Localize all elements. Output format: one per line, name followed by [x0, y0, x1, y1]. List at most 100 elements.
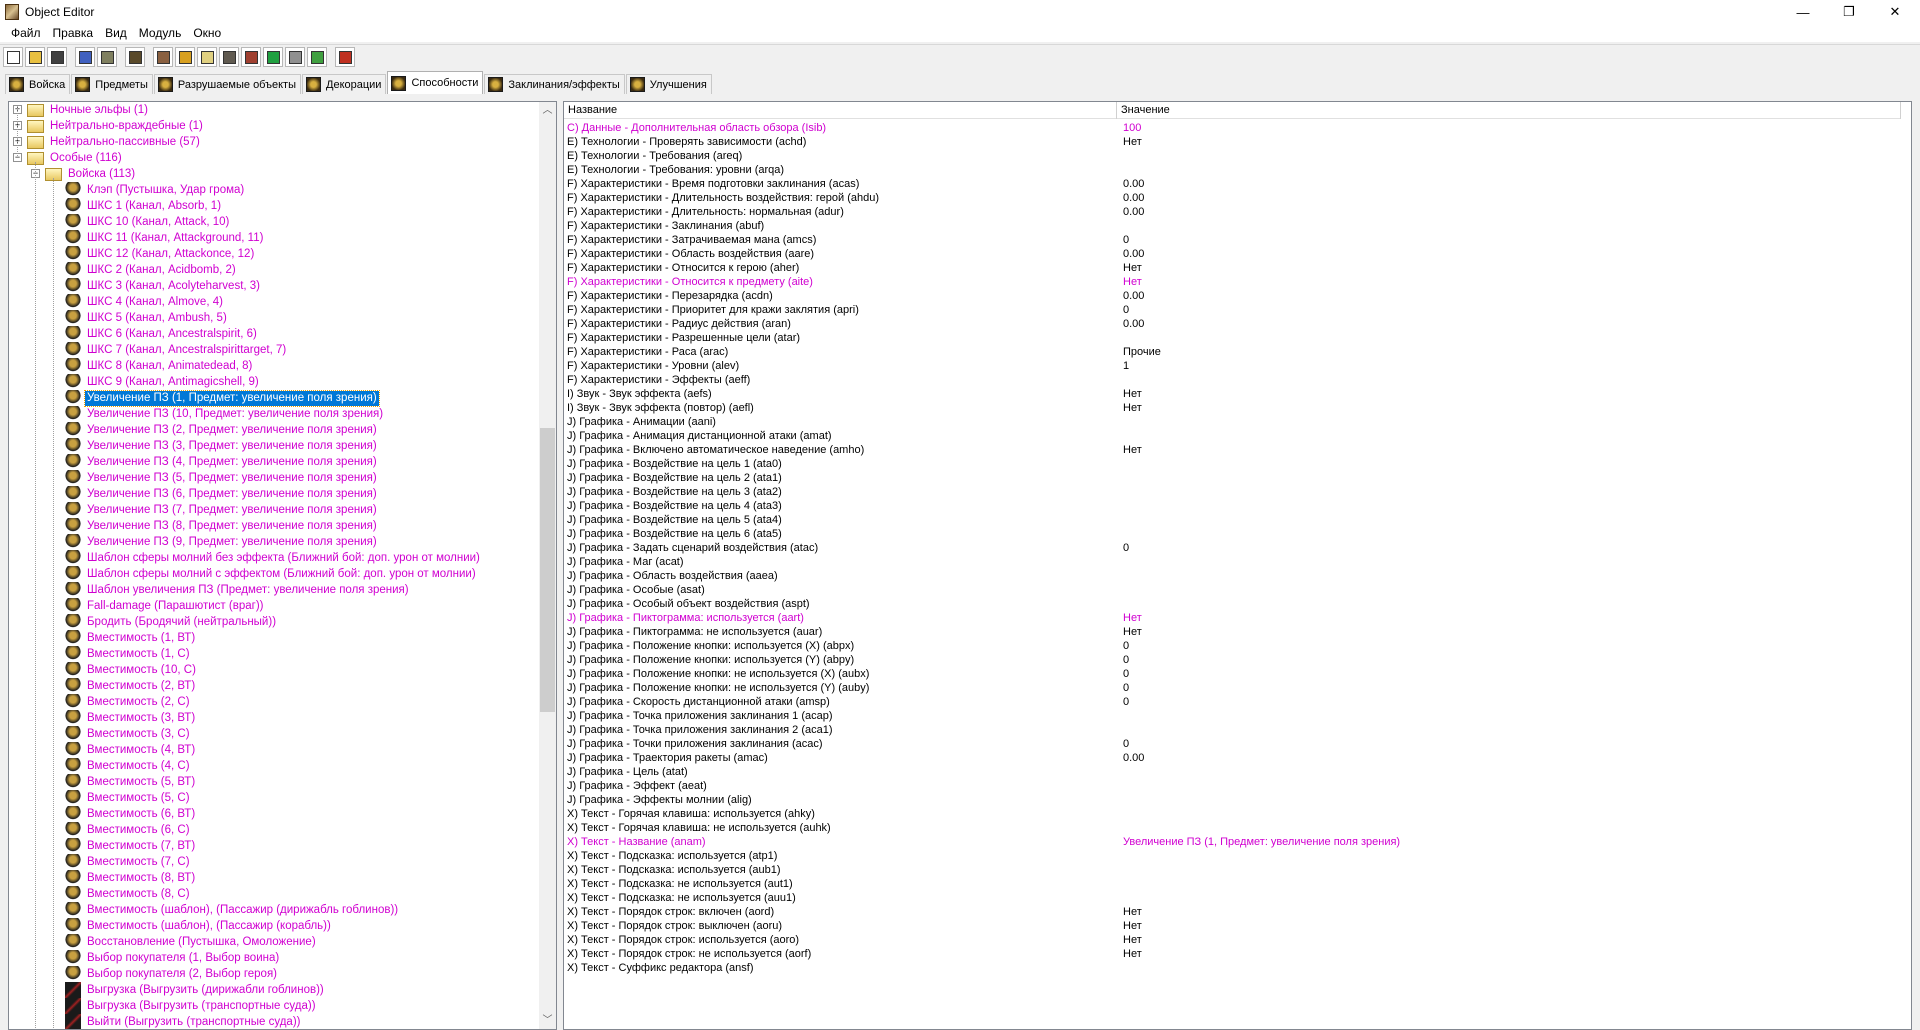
property-row[interactable]: F) Характеристики - Уровни (alev) 1 [564, 359, 1129, 373]
property-row[interactable]: J) Графика - Воздействие на цель 4 (ata3… [564, 499, 1123, 513]
tree-folder[interactable]: Особые (116) [27, 150, 124, 166]
column-header-name[interactable]: Название [564, 102, 1117, 119]
tree-item[interactable]: Бродить (Бродячий (нейтральный)) [65, 614, 278, 630]
model-button[interactable] [285, 47, 305, 67]
property-row[interactable]: E) Технологии - Требования (areq) [564, 149, 1123, 163]
tab-5[interactable]: Заклинания/эффекты [484, 74, 625, 94]
property-value[interactable]: 0 [1117, 303, 1129, 317]
property-value[interactable]: Нет [1117, 261, 1142, 275]
property-row[interactable]: F) Характеристики - Область воздействия … [564, 247, 1144, 261]
tab-4[interactable]: Способности [387, 71, 484, 94]
property-value[interactable] [1117, 891, 1123, 905]
property-row[interactable]: X) Текст - Порядок строк: включен (aord)… [564, 905, 1142, 919]
open-folder-button[interactable] [25, 47, 45, 67]
property-value[interactable]: Нет [1117, 135, 1142, 149]
tree-item[interactable]: ШКС 7 (Канал, Ancestralspirittarget, 7) [65, 342, 288, 358]
property-value[interactable] [1117, 723, 1123, 737]
property-row[interactable]: I) Звук - Звук эффекта (повтор) (aefl) Не… [564, 401, 1142, 415]
property-row[interactable]: F) Характеристики - Относится к герою (a… [564, 261, 1142, 275]
tree-item[interactable]: Увеличение ПЗ (8, Предмет: увеличение по… [65, 518, 379, 534]
tree-item[interactable]: Вместимость (шаблон), (Пассажир (дирижаб… [65, 902, 400, 918]
column-header-value[interactable]: Значение [1117, 102, 1901, 119]
tree-item[interactable]: Вместимость (4, С) [65, 758, 192, 774]
tree-item[interactable]: ШКС 1 (Канал, Absorb, 1) [65, 198, 223, 214]
property-row[interactable]: J) Графика - Скорость дистанционной атак… [564, 695, 1129, 709]
menu-item[interactable]: Правка [47, 26, 100, 40]
scroll-up-arrow-icon[interactable]: ︿ [539, 102, 556, 119]
tree-item[interactable]: ШКС 4 (Канал, Almove, 4) [65, 294, 225, 310]
property-row[interactable]: X) Текст - Суффикс редактора (ansf) [564, 961, 1123, 975]
property-value[interactable] [1117, 569, 1123, 583]
tree-item[interactable]: ШКС 5 (Канал, Ambush, 5) [65, 310, 229, 326]
maximize-button[interactable]: ❐ [1826, 0, 1872, 24]
property-row[interactable]: J) Графика - Точки приложения заклинания… [564, 737, 1129, 751]
tree-item[interactable]: Шаблон увеличения ПЗ (Предмет: увеличени… [65, 582, 411, 598]
property-value[interactable]: Нет [1117, 275, 1142, 289]
property-value[interactable] [1117, 793, 1123, 807]
property-value[interactable] [1117, 877, 1123, 891]
property-value[interactable]: 0.00 [1117, 247, 1144, 261]
property-value[interactable]: 0.00 [1117, 177, 1144, 191]
property-row[interactable]: J) Графика - Цель (atat) [564, 765, 1123, 779]
tree-item[interactable]: Fall-damage (Парашютист (враг)) [65, 598, 265, 614]
property-value[interactable] [1117, 709, 1123, 723]
property-value[interactable]: 0.00 [1117, 751, 1144, 765]
property-value[interactable]: 0 [1117, 667, 1129, 681]
tree-item[interactable]: Восстановление (Пустышка, Омоложение) [65, 934, 318, 950]
property-value[interactable]: 0 [1117, 737, 1129, 751]
tree-item[interactable]: Увеличение ПЗ (5, Предмет: увеличение по… [65, 470, 379, 486]
property-row[interactable]: C) Данные - Дополнительная область обзор… [564, 121, 1141, 135]
property-value[interactable]: Нет [1117, 625, 1142, 639]
tree-item[interactable]: Увеличение ПЗ (2, Предмет: увеличение по… [65, 422, 379, 438]
property-value[interactable]: Прочие [1117, 345, 1161, 359]
property-value[interactable] [1117, 149, 1123, 163]
property-row[interactable]: F) Характеристики - Время подготовки зак… [564, 177, 1144, 191]
tree-item[interactable]: ШКС 12 (Канал, Attackonce, 12) [65, 246, 256, 262]
tree-item[interactable]: Увеличение ПЗ (9, Предмет: увеличение по… [65, 534, 379, 550]
tree-item[interactable]: Вместимость (3, С) [65, 726, 192, 742]
tree-folder[interactable]: Нейтрально-пассивные (57) [27, 134, 202, 150]
tree-item[interactable]: ШКС 9 (Канал, Antimagicshell, 9) [65, 374, 261, 390]
tree-item[interactable]: Выбор покупателя (2, Выбор героя) [65, 966, 279, 982]
property-grid[interactable]: Название Значение C) Данные - Дополнител… [563, 101, 1912, 1030]
property-row[interactable]: J) Графика - Анимации (aani) [564, 415, 1123, 429]
property-value[interactable]: 100 [1117, 121, 1141, 135]
tree-item[interactable]: Вместимость (2, ВТ) [65, 678, 197, 694]
property-row[interactable]: F) Характеристики - Раса (arac) Прочие [564, 345, 1161, 359]
tree-item[interactable]: Вместимость (2, С) [65, 694, 192, 710]
tree-item[interactable]: Клэп (Пустышка, Удар грома) [65, 182, 246, 198]
property-row[interactable]: J) Графика - Особый объект воздействия (… [564, 597, 1123, 611]
property-row[interactable]: X) Текст - Название (anam) Увеличение ПЗ … [564, 835, 1400, 849]
property-value[interactable]: 1 [1117, 359, 1129, 373]
property-value[interactable]: 0.00 [1117, 289, 1144, 303]
tree-item[interactable]: Увеличение ПЗ (10, Предмет: увеличение п… [65, 406, 385, 422]
property-value[interactable]: Нет [1117, 443, 1142, 457]
property-row[interactable]: J) Графика - Точка приложения заклинания… [564, 709, 1123, 723]
minimize-button[interactable]: — [1780, 0, 1826, 24]
property-row[interactable]: X) Текст - Подсказка: используется (atp1… [564, 849, 1123, 863]
property-row[interactable]: E) Технологии - Проверять зависимости (a… [564, 135, 1142, 149]
property-value[interactable] [1117, 807, 1123, 821]
property-value[interactable]: Нет [1117, 905, 1142, 919]
menu-item[interactable]: Модуль [133, 26, 188, 40]
save-button[interactable] [47, 47, 67, 67]
property-row[interactable]: J) Графика - Задать сценарий воздействия… [564, 541, 1129, 555]
property-row[interactable]: F) Характеристики - Относится к предмету… [564, 275, 1142, 289]
property-value[interactable] [1117, 821, 1123, 835]
property-value[interactable] [1117, 373, 1123, 387]
doodad-button[interactable] [263, 47, 283, 67]
new-file-button[interactable] [3, 47, 23, 67]
property-value[interactable] [1117, 779, 1123, 793]
tree-item[interactable]: Вместимость (8, ВТ) [65, 870, 197, 886]
tab-1[interactable]: Предметы [71, 74, 153, 94]
property-row[interactable]: F) Характеристики - Перезарядка (acdn) 0.… [564, 289, 1144, 303]
property-row[interactable]: X) Текст - Подсказка: используется (aub1… [564, 863, 1123, 877]
property-value[interactable] [1117, 597, 1123, 611]
property-row[interactable]: J) Графика - Эффект (aeat) [564, 779, 1123, 793]
tree-item[interactable]: ШКС 2 (Канал, Acidbomb, 2) [65, 262, 238, 278]
property-value[interactable] [1117, 863, 1123, 877]
property-value[interactable]: Нет [1117, 401, 1142, 415]
tree-item[interactable]: Выгрузка (Выгрузить (транспортные суда)) [65, 998, 318, 1014]
tree-item[interactable]: Выбор покупателя (1, Выбор воина) [65, 950, 281, 966]
tree-item[interactable]: Увеличение ПЗ (3, Предмет: увеличение по… [65, 438, 379, 454]
